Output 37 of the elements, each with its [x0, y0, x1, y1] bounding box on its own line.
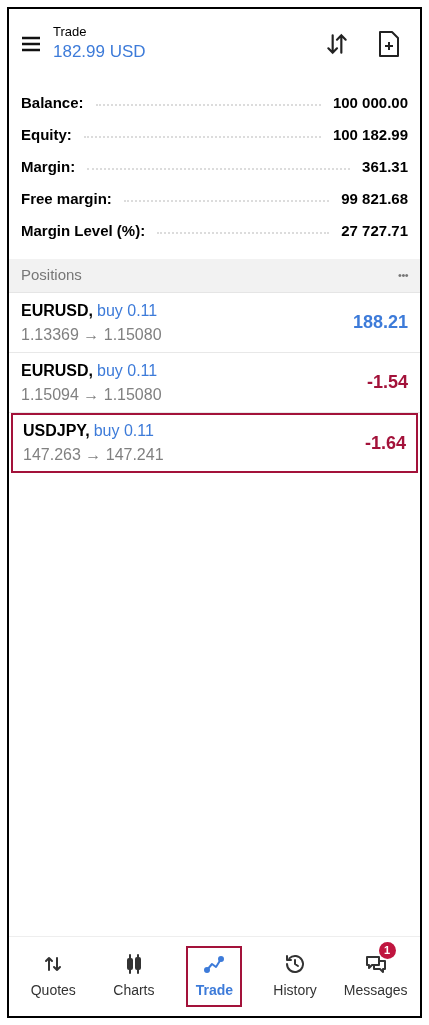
summary-label: Free margin: — [21, 188, 112, 209]
summary-label: Balance: — [21, 92, 84, 113]
more-menu[interactable]: ••• — [398, 267, 408, 284]
profit-total: 182.99 USD — [53, 41, 146, 63]
summary-label: Equity: — [21, 124, 72, 145]
nav-tab[interactable]: Charts — [105, 946, 162, 1007]
price-range: 1.13369 → 1.15080 — [21, 324, 162, 345]
symbol-label: EURUSD, — [21, 360, 93, 381]
nav-tab[interactable]: Quotes — [25, 946, 82, 1007]
position-row[interactable]: EURUSD, buy 0.11 1.15094 → 1.15080 -1.54 — [9, 353, 420, 413]
section-title: Positions — [21, 265, 82, 286]
symbol-label: USDJPY, — [23, 421, 90, 441]
summary-label: Margin Level (%): — [21, 220, 146, 241]
order-label: buy 0.11 — [93, 421, 154, 441]
new-document-icon[interactable] — [378, 30, 400, 58]
symbol-label: EURUSD, — [21, 300, 93, 321]
screen-title: Trade — [53, 24, 88, 40]
order-label: buy 0.11 — [97, 300, 158, 321]
profit-value: -1.54 — [366, 371, 408, 394]
summary-value: 99 821.68 — [341, 188, 408, 209]
menu-icon[interactable] — [21, 36, 41, 52]
nav-tab[interactable]: Trade — [186, 946, 243, 1007]
position-row[interactable]: EURUSD, buy 0.11 1.13369 → 1.15080 188.21 — [9, 293, 420, 353]
summary-value: 27 727.71 — [341, 220, 408, 241]
price-range: 1.15094 → 1.15080 — [21, 384, 162, 405]
summary-value: 100 182.99 — [332, 124, 408, 145]
unread-badge: 1 — [378, 942, 396, 959]
profit-value: 188.21 — [352, 311, 408, 334]
summary-value: 361.31 — [362, 156, 408, 177]
nav-tab[interactable]: History — [267, 946, 324, 1007]
position-row[interactable]: USDJPY, buy 0.11 147.263 → 147.241 -1.64 — [11, 413, 418, 473]
summary-label: Margin: — [21, 156, 76, 177]
profit-value: -1.64 — [364, 431, 406, 455]
sort-icon[interactable] — [324, 31, 350, 57]
price-range: 147.263 → 147.241 — [23, 445, 164, 465]
summary-value: 100 000.00 — [332, 92, 408, 113]
order-label: buy 0.11 — [97, 360, 158, 381]
